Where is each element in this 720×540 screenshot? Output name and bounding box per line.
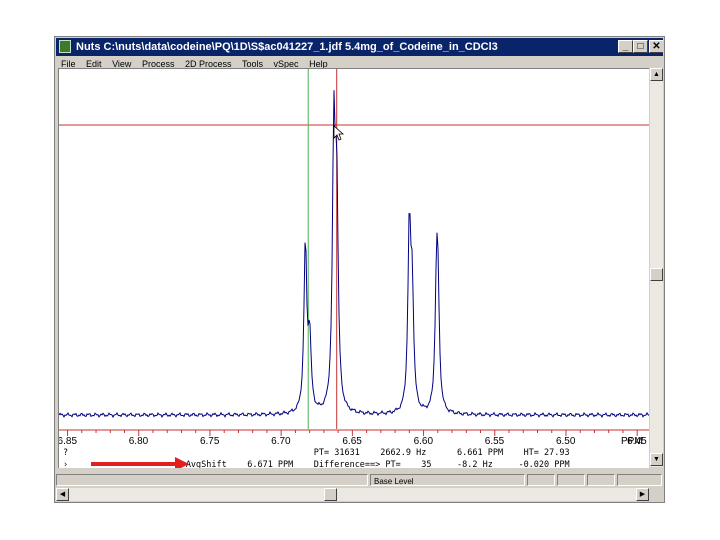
status-panel-3 <box>527 474 555 486</box>
vertical-scrollbar[interactable]: ▲ ▼ <box>649 68 663 467</box>
scroll-right-arrow-icon[interactable]: ▶ <box>636 488 649 501</box>
status-bar: Base Level <box>56 474 663 487</box>
x-axis-tick-label: 6.60 <box>414 436 434 447</box>
x-axis-tick-label: 6.55 <box>485 436 505 447</box>
vertical-scroll-thumb[interactable] <box>650 268 663 281</box>
scroll-left-arrow-icon[interactable]: ◀ <box>56 488 69 501</box>
x-axis-tick-label: 6.65 <box>342 436 362 447</box>
x-axis-tick-label: 6.75 <box>200 436 220 447</box>
x-axis-tick-label: 6.85 <box>59 436 77 447</box>
status-panel-6 <box>617 474 662 486</box>
axis-unit-label: PPM <box>621 436 643 447</box>
main-window: Nuts C:\nuts\data\codeine\PQ\1D\S$ac0412… <box>54 36 665 503</box>
scroll-up-arrow-icon[interactable]: ▲ <box>650 68 663 81</box>
close-button[interactable]: ✕ <box>649 40 663 53</box>
spectrum-trace <box>59 90 649 419</box>
status-panel-4 <box>557 474 585 486</box>
horizontal-scrollbar[interactable]: ◀ ▶ <box>56 488 649 501</box>
scroll-down-arrow-icon[interactable]: ▼ <box>650 453 663 466</box>
x-axis-tick-label: 6.70 <box>271 436 291 447</box>
spectrum-plot-area[interactable]: 6.85 6.80 6.75 6.70 6.65 6.60 6.55 6.50 6.45 PPM… <box>58 68 649 468</box>
title-bar[interactable]: Nuts C:\nuts\data\codeine\PQ\1D\S$ac0412… <box>56 38 663 56</box>
x-axis-tick-label: 6.80 <box>129 436 149 447</box>
x-axis-tick-labels: 6.85 6.80 6.75 6.70 6.65 6.60 6.55 6.50 6.45 <box>59 436 647 447</box>
status-panel-1 <box>56 474 368 486</box>
x-axis-tick-label: 6.50 <box>556 436 576 447</box>
minimize-button[interactable]: _ <box>618 40 633 53</box>
app-icon[interactable] <box>59 40 71 53</box>
resize-grip[interactable] <box>649 488 663 501</box>
horizontal-scroll-thumb[interactable] <box>324 488 337 501</box>
mouse-pointer-icon <box>333 125 345 141</box>
status-panel-base-level: Base Level <box>370 474 525 486</box>
maximize-button[interactable]: □ <box>633 40 648 53</box>
window-title: Nuts C:\nuts\data\codeine\PQ\1D\S$ac0412… <box>76 41 498 53</box>
spectrum-svg[interactable]: 6.85 6.80 6.75 6.70 6.65 6.60 6.55 6.50 6.45 PPM… <box>59 69 649 468</box>
status-panel-5 <box>587 474 615 486</box>
status-line-1: ? PT= 31631 2662.9 Hz 6.661 PPM HT= 27.9… <box>63 448 570 458</box>
